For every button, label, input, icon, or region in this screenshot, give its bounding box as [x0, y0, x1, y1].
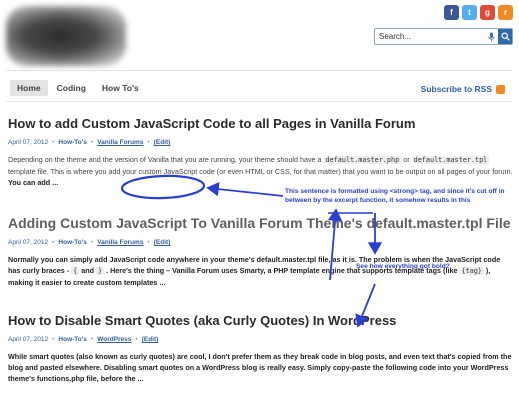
social-icon[interactable]: g — [480, 5, 495, 20]
post-date: April 07, 2012 — [8, 239, 49, 246]
post-edit-link[interactable]: (Edit) — [154, 139, 171, 146]
post-title[interactable]: How to add Custom JavaScript Code to all… — [8, 116, 513, 132]
post-category-link[interactable]: How-To's — [58, 239, 87, 246]
rss-label[interactable]: Subscribe to RSS — [421, 84, 492, 94]
mic-icon[interactable] — [485, 29, 498, 44]
post-category-link[interactable]: How-To's — [58, 139, 87, 146]
post-meta: April 07, 2012 • How-To's • WordPress • … — [8, 336, 159, 343]
post-item: Adding Custom JavaScript To Vanilla Foru… — [8, 215, 513, 288]
search-icon — [501, 32, 510, 41]
rss-subscribe[interactable]: Subscribe to RSS — [421, 84, 505, 94]
social-icon[interactable]: r — [498, 5, 513, 20]
annotation-note: This sentence is formatted using <strong… — [285, 188, 505, 204]
site-logo[interactable] — [6, 6, 126, 66]
main-nav: Home Coding How To's — [10, 80, 146, 96]
post-item: How to add Custom JavaScript Code to all… — [8, 116, 513, 188]
social-icons: f t g r — [444, 5, 513, 20]
code-snippet: {tag} — [459, 267, 484, 275]
post-excerpt: Depending on the theme and the version o… — [8, 155, 513, 187]
code-snippet: default.master.tpl — [411, 156, 490, 164]
annotation-note: See how everything got bold? — [356, 263, 450, 270]
nav-tab-how-tos[interactable]: How To's — [95, 80, 146, 96]
post-edit-link[interactable]: (Edit) — [154, 239, 171, 246]
post-category-link[interactable]: How-To's — [58, 336, 87, 343]
search-button[interactable] — [498, 29, 512, 44]
post-meta: April 07, 2012 • How-To's • Vanilla Foru… — [8, 139, 171, 146]
nav-tab-coding[interactable]: Coding — [50, 80, 93, 96]
post-excerpt: Normally you can simply add JavaScript c… — [8, 255, 501, 287]
excerpt-bold-text: You can add ... — [8, 178, 59, 187]
post-title[interactable]: Adding Custom JavaScript To Vanilla Foru… — [8, 215, 513, 232]
post-tag-link[interactable]: Vanilla Forums — [97, 239, 143, 246]
post-title[interactable]: How to Disable Smart Quotes (aka Curly Q… — [8, 313, 513, 329]
search-box — [374, 28, 513, 45]
rss-icon[interactable] — [496, 84, 505, 94]
header-divider — [6, 70, 513, 71]
annotation-arrow — [206, 181, 284, 197]
post-edit-link[interactable]: (Edit) — [142, 336, 159, 343]
code-snippet: } — [96, 267, 105, 275]
nav-divider — [6, 101, 513, 102]
nav-tab-home[interactable]: Home — [10, 80, 48, 96]
social-icon[interactable]: t — [462, 5, 477, 20]
post-date: April 07, 2012 — [8, 336, 49, 343]
post-date: April 07, 2012 — [8, 139, 49, 146]
code-snippet: default.master.php — [323, 156, 402, 164]
post-tag-link[interactable]: WordPress — [97, 336, 131, 343]
search-input[interactable] — [375, 32, 485, 41]
code-snippet: { — [71, 267, 80, 275]
post-meta: April 07, 2012 • How-To's • Vanilla Foru… — [8, 239, 171, 246]
post-tag-link[interactable]: Vanilla Forums — [97, 139, 143, 146]
post-item: How to Disable Smart Quotes (aka Curly Q… — [8, 313, 513, 384]
post-excerpt: While smart quotes (also known as curly … — [8, 352, 512, 383]
social-icon[interactable]: f — [444, 5, 459, 20]
